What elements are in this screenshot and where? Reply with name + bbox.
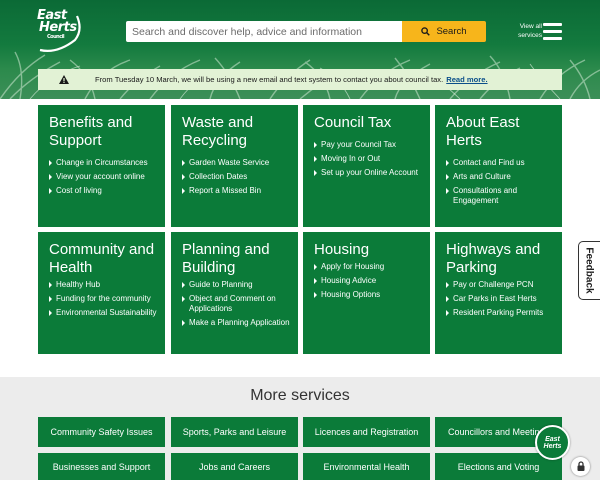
tile-link[interactable]: Apply for Housing	[314, 262, 424, 272]
tile-link[interactable]: Housing Options	[314, 290, 424, 300]
alert-banner: From Tuesday 10 March, we will be using …	[38, 69, 562, 90]
tile-community-and-health: Community and Health Healthy Hub Funding…	[38, 232, 165, 354]
lock-icon	[577, 461, 584, 471]
site-header: East Herts Council Search View all servi…	[0, 0, 600, 99]
tile-title[interactable]: Waste and Recycling	[182, 114, 294, 150]
chat-badge-line2: Herts	[543, 442, 562, 450]
tile-link[interactable]: Resident Parking Permits	[446, 308, 556, 318]
tile-title[interactable]: About East Herts	[446, 114, 558, 150]
search-button[interactable]: Search	[402, 21, 486, 42]
logo-line-herts: Herts	[39, 20, 77, 35]
chat-assistant-icon[interactable]: East Herts	[535, 425, 570, 460]
tile-link[interactable]: Contact and Find us	[446, 158, 556, 168]
alert-read-more-link[interactable]: Read more.	[446, 75, 487, 84]
view-all-line2: services	[518, 32, 542, 39]
tile-housing: Housing Apply for Housing Housing Advice…	[303, 232, 430, 354]
tile-link[interactable]: Garden Waste Service	[182, 158, 292, 168]
tile-link[interactable]: Environmental Sustainability	[49, 308, 159, 318]
recaptcha-badge[interactable]	[571, 457, 590, 476]
search-button-label: Search	[436, 26, 467, 37]
tile-title[interactable]: Council Tax	[314, 114, 426, 132]
tile-waste-and-recycling: Waste and Recycling Garden Waste Service…	[171, 105, 298, 227]
search-bar: Search	[126, 21, 486, 42]
tile-council-tax: Council Tax Pay your Council Tax Moving …	[303, 105, 430, 227]
tile-link[interactable]: Moving In or Out	[314, 154, 424, 164]
tile-link[interactable]: Change in Circumstances	[49, 158, 159, 168]
tile-title[interactable]: Highways and Parking	[446, 241, 558, 277]
alert-message: From Tuesday 10 March, we will be using …	[95, 75, 444, 84]
search-input[interactable]	[126, 21, 402, 42]
view-all-services-link[interactable]: View all services	[506, 22, 542, 40]
tile-link[interactable]: Object and Comment on Applications	[182, 294, 292, 314]
tile-title[interactable]: Community and Health	[49, 241, 161, 277]
tile-link[interactable]: Make a Planning Application	[182, 318, 292, 328]
tile-title[interactable]: Housing	[314, 241, 426, 259]
tile-title[interactable]: Planning and Building	[182, 241, 294, 277]
service-button[interactable]: Community Safety Issues	[38, 417, 165, 447]
service-button[interactable]: Businesses and Support	[38, 453, 165, 480]
tile-link[interactable]: Pay your Council Tax	[314, 140, 424, 150]
view-all-line1: View all	[519, 23, 542, 30]
chat-badge-line1: East	[545, 435, 560, 443]
tile-link[interactable]: Car Parks in East Herts	[446, 294, 556, 304]
service-button[interactable]: Sports, Parks and Leisure	[171, 417, 298, 447]
hamburger-icon[interactable]	[543, 23, 562, 40]
service-button[interactable]: Licences and Registration	[303, 417, 430, 447]
tile-link[interactable]: Report a Missed Bin	[182, 186, 292, 196]
east-herts-logo[interactable]: East Herts Council	[37, 9, 83, 52]
tile-link[interactable]: Healthy Hub	[49, 280, 159, 290]
tile-link[interactable]: Funding for the community	[49, 294, 159, 304]
tile-link[interactable]: View your account online	[49, 172, 159, 182]
feedback-label: Feedback	[584, 247, 596, 294]
tile-link[interactable]: Housing Advice	[314, 276, 424, 286]
tile-link[interactable]: Guide to Planning	[182, 280, 292, 290]
feedback-tab[interactable]: Feedback	[578, 241, 600, 300]
tile-benefits-and-support: Benefits and Support Change in Circumsta…	[38, 105, 165, 227]
main-services: Benefits and Support Change in Circumsta…	[0, 99, 600, 377]
tile-link[interactable]: Consultations and Engagement	[446, 186, 556, 206]
more-services-heading: More services	[250, 387, 350, 404]
warning-icon	[59, 75, 69, 84]
tile-link[interactable]: Pay or Challenge PCN	[446, 280, 556, 290]
tile-title[interactable]: Benefits and Support	[49, 114, 161, 150]
service-button[interactable]: Jobs and Careers	[171, 453, 298, 480]
tile-link[interactable]: Arts and Culture	[446, 172, 556, 182]
tile-highways-and-parking: Highways and Parking Pay or Challenge PC…	[435, 232, 562, 354]
tile-planning-and-building: Planning and Building Guide to Planning …	[171, 232, 298, 354]
service-button[interactable]: Environmental Health	[303, 453, 430, 480]
tile-link[interactable]: Collection Dates	[182, 172, 292, 182]
tile-about-east-herts: About East Herts Contact and Find us Art…	[435, 105, 562, 227]
search-icon	[421, 27, 431, 36]
tile-link[interactable]: Cost of living	[49, 186, 159, 196]
tile-link[interactable]: Set up your Online Account	[314, 168, 424, 178]
